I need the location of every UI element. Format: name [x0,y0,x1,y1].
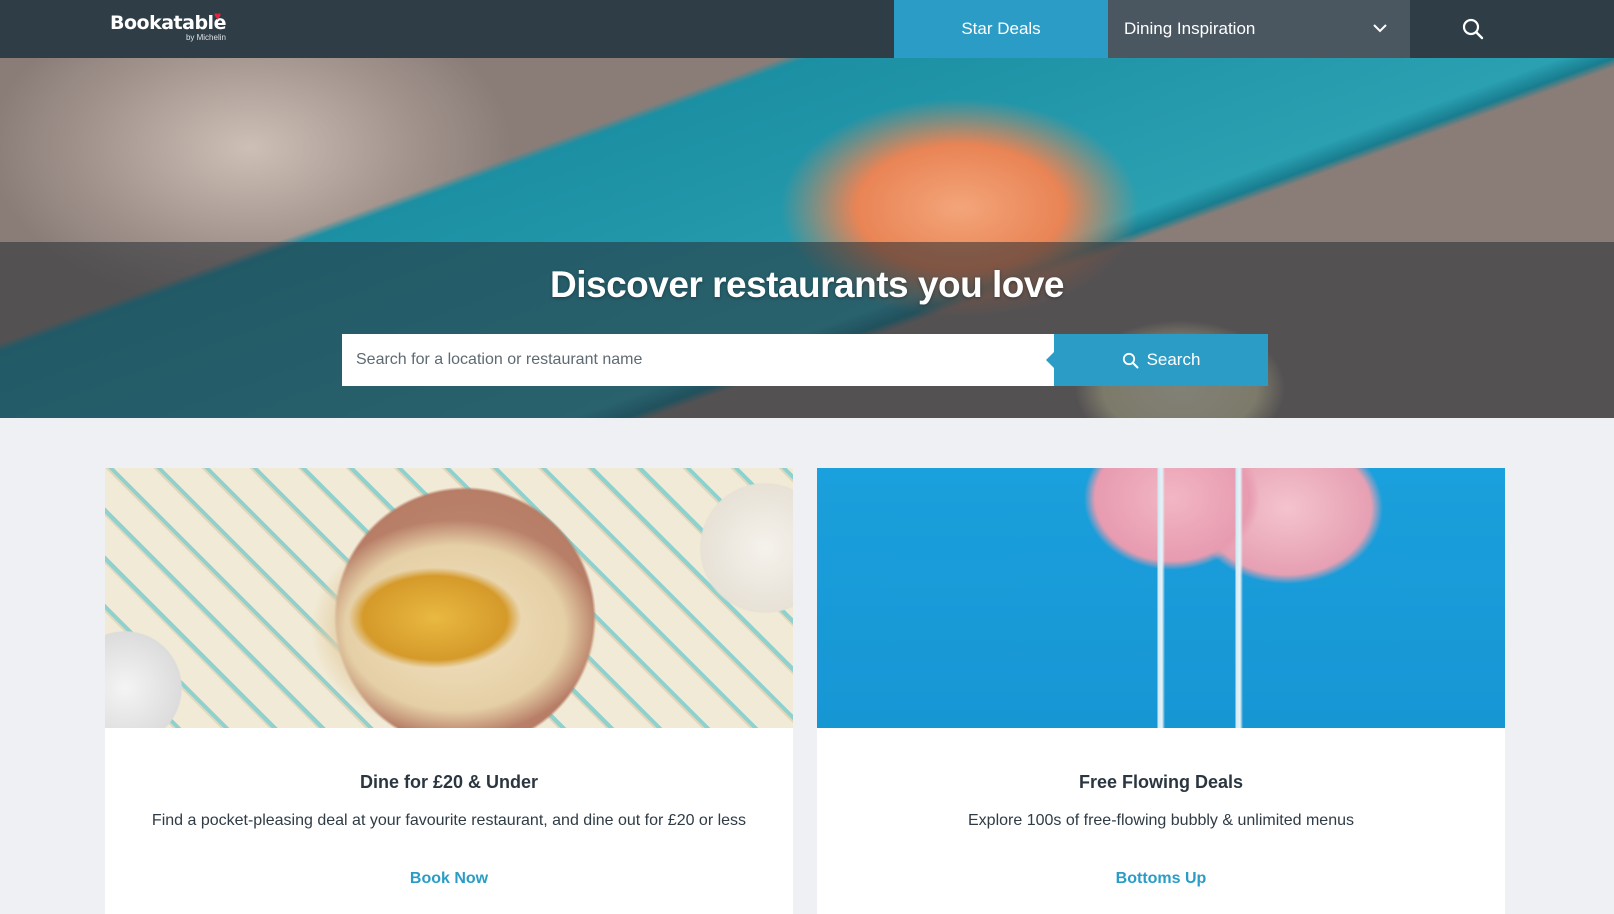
top-navigation-bar: Bookatable ♥ by Michelin Star Deals Dini… [0,0,1614,58]
card-title: Free Flowing Deals [1078,772,1244,792]
deal-card-dine-for-20[interactable]: Dine for £20 & Under Find a pocket-pleas… [105,468,793,914]
search-icon [1122,352,1139,368]
deal-card-free-flowing[interactable]: Free Flowing Deals Explore 100s of free-… [817,468,1505,914]
card-description: Explore 100s of free-flowing bubbly & un… [968,812,1354,829]
card-title: Dine for £20 & Under [359,772,539,792]
bookatable-logo[interactable]: Bookatable ♥ by Michelin [110,9,226,42]
bottoms-up-link[interactable]: Bottoms Up [817,870,1505,888]
nav-dining-inspiration-dropdown[interactable]: Dining Inspiration [1108,0,1410,58]
hero-title: Discover restaurants you love [550,264,1065,305]
book-now-link[interactable]: Book Now [105,870,793,888]
heart-icon: ♥ [214,9,222,23]
search-button-label: Search [1146,350,1201,369]
logo-subtext: by Michelin [185,33,226,42]
card-description: Find a pocket-pleasing deal at your favo… [151,812,747,829]
logo-text: Bookatable [110,12,226,34]
hero-banner: Discover restaurants you love Search [0,58,1614,418]
search-button[interactable]: Search [1046,334,1268,386]
nav-star-deals-label: Star Deals [961,19,1041,38]
nav-dining-inspiration-label: Dining Inspiration [1124,19,1256,38]
card-image-food [105,468,793,728]
search-icon [1462,18,1484,40]
header-search-button[interactable] [1410,0,1536,58]
nav-star-deals[interactable]: Star Deals [894,0,1108,58]
restaurant-search-input[interactable] [342,334,1054,386]
card-image-drinks [817,468,1505,728]
chevron-down-icon [1373,24,1387,33]
